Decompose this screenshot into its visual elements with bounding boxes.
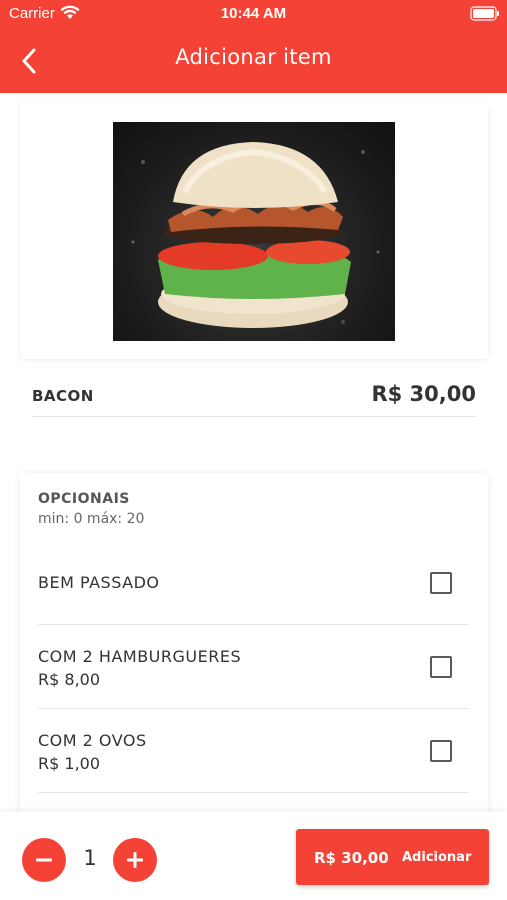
product-info-row: BACON R$ 30,00 [32, 375, 476, 417]
option-price: R$ 1,00 [38, 754, 101, 773]
option-checkbox[interactable] [430, 656, 452, 678]
add-button-total: R$ 30,00 [314, 849, 389, 867]
options-limits: min: 0 máx: 20 [38, 511, 145, 527]
app-header: Carrier 10:44 AM Adicionar item [0, 0, 507, 93]
minus-icon [36, 858, 52, 862]
option-name: COM 2 OVOS [38, 731, 147, 750]
page-title: Adicionar item [175, 45, 332, 69]
battery-icon [470, 6, 500, 21]
option-item-com-2-hamburgueres[interactable]: COM 2 HAMBURGUERES R$ 8,00 [38, 625, 469, 709]
status-bar: Carrier 10:44 AM [0, 0, 507, 28]
option-checkbox[interactable] [430, 572, 452, 594]
order-footer: 1 R$ 30,00 Adicionar [0, 812, 507, 900]
options-title: OPCIONAIS [38, 491, 130, 507]
product-name: BACON [32, 387, 94, 405]
option-price: R$ 8,00 [38, 670, 101, 689]
option-name: BEM PASSADO [38, 573, 160, 592]
options-card: OPCIONAIS min: 0 máx: 20 BEM PASSADO COM… [20, 473, 488, 833]
option-item-bem-passado[interactable]: BEM PASSADO [38, 541, 469, 625]
increase-quantity-button[interactable] [113, 838, 157, 882]
quantity-value: 1 [83, 846, 97, 870]
option-name: COM 2 HAMBURGUERES [38, 647, 242, 666]
add-to-cart-button[interactable]: R$ 30,00 Adicionar [296, 829, 489, 885]
option-checkbox[interactable] [430, 740, 452, 762]
product-image [113, 122, 395, 341]
burger-photo-icon [131, 142, 380, 328]
decrease-quantity-button[interactable] [22, 838, 66, 882]
product-image-card [20, 103, 488, 359]
product-price: R$ 30,00 [371, 382, 476, 406]
option-item-com-2-ovos[interactable]: COM 2 OVOS R$ 1,00 [38, 709, 469, 793]
add-button-label: Adicionar [402, 850, 472, 865]
status-time: 10:44 AM [220, 5, 287, 22]
plus-icon [127, 852, 143, 868]
